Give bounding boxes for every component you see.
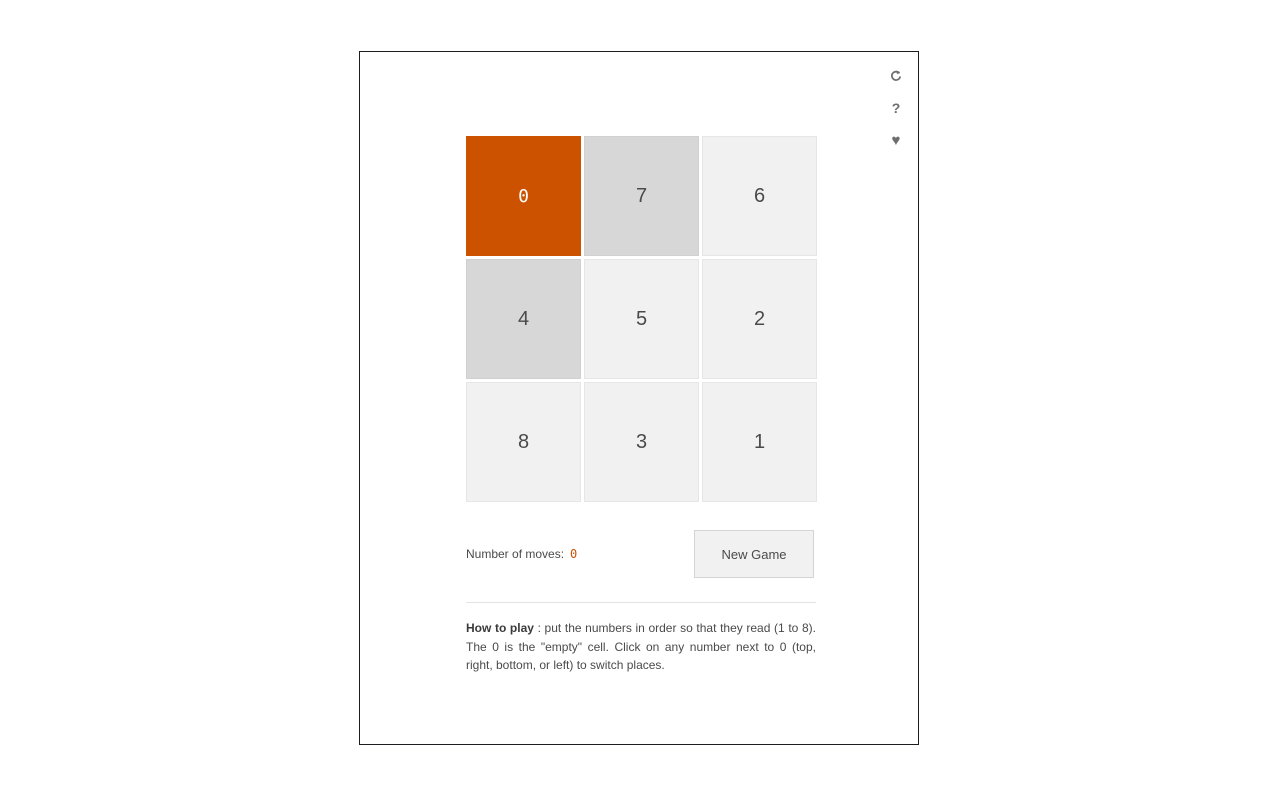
move-counter-value: 0: [570, 547, 578, 561]
puzzle-tile-7[interactable]: 3: [584, 382, 699, 502]
puzzle-tile-8[interactable]: 1: [702, 382, 817, 502]
puzzle-tile-0[interactable]: 0: [466, 136, 581, 256]
move-counter: Number of moves: 0: [466, 547, 577, 561]
reload-icon[interactable]: [882, 60, 910, 92]
help-icon[interactable]: ?: [882, 92, 910, 124]
how-to-play-title: How to play: [466, 621, 534, 635]
section-divider: [466, 602, 816, 603]
puzzle-tile-2[interactable]: 6: [702, 136, 817, 256]
puzzle-tile-6[interactable]: 8: [466, 382, 581, 502]
favorite-icon[interactable]: ♥: [882, 124, 910, 156]
puzzle-tile-5[interactable]: 2: [702, 259, 817, 379]
icon-toolbar: ? ♥: [882, 58, 910, 156]
puzzle-tile-1[interactable]: 7: [584, 136, 699, 256]
status-row: Number of moves: 0 New Game: [466, 530, 814, 578]
puzzle-tile-4[interactable]: 5: [584, 259, 699, 379]
move-counter-label: Number of moves:: [466, 547, 565, 561]
puzzle-grid: 0 7 6 4 5 2 8 3 1: [466, 136, 817, 502]
puzzle-tile-3[interactable]: 4: [466, 259, 581, 379]
how-to-play-text: How to play : put the numbers in order s…: [466, 619, 816, 675]
new-game-button[interactable]: New Game: [694, 530, 814, 578]
main-content: 0 7 6 4 5 2 8 3 1 Number of moves: 0 New…: [466, 136, 817, 687]
game-window: ? ♥ 0 7 6 4 5 2 8 3 1 Number of moves: 0…: [359, 51, 919, 745]
